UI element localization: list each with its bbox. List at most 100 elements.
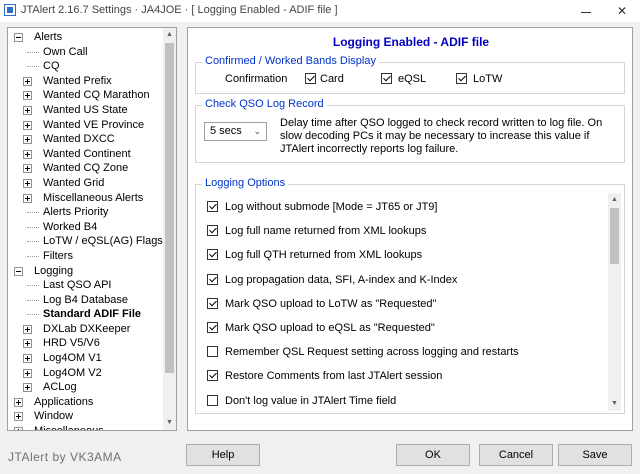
scroll-thumb[interactable] (165, 43, 174, 373)
expand-icon[interactable] (23, 193, 32, 203)
tree-item-alerts[interactable]: Alerts (8, 30, 164, 45)
option-label: Remember QSL Request setting across logg… (225, 346, 519, 359)
logging-option[interactable]: Log without submode [Mode = JT65 or JT9] (196, 195, 608, 219)
logging-options-list: Log without submode [Mode = JT65 or JT9]… (196, 195, 608, 413)
option-checkbox[interactable] (207, 394, 218, 406)
tree-item[interactable]: Standard ADIF File (8, 307, 164, 322)
eqsl-checkbox[interactable] (381, 73, 392, 84)
tree-item[interactable]: Worked B4 (8, 220, 164, 235)
options-scrollbar[interactable]: ▲ ▼ (608, 193, 621, 411)
expand-icon[interactable] (14, 427, 23, 430)
confirmation-label: Confirmation (225, 73, 288, 85)
tree-item[interactable]: Wanted VE Province (8, 118, 164, 133)
lotw-checkbox[interactable] (456, 73, 467, 84)
tree-item[interactable]: Wanted CQ Marathon (8, 88, 164, 103)
expand-icon[interactable] (14, 412, 23, 422)
scroll-thumb[interactable] (610, 208, 619, 264)
logging-option[interactable]: Log full name returned from XML lookups (196, 219, 608, 243)
expand-icon[interactable] (23, 120, 32, 130)
option-checkbox[interactable] (207, 225, 218, 237)
tree-item[interactable]: Wanted Continent (8, 147, 164, 162)
tree-connector (27, 241, 39, 243)
tree-item[interactable]: Filters (8, 249, 164, 264)
option-checkbox[interactable] (207, 321, 218, 333)
tree-item-label: Filters (43, 249, 73, 262)
logging-option[interactable]: Mark QSO upload to eQSL as "Requested" (196, 316, 608, 340)
chevron-down-icon: ⌄ (253, 126, 261, 136)
tree-item[interactable]: LoTW / eQSL(AG) Flags (8, 234, 164, 249)
option-checkbox[interactable] (207, 201, 218, 212)
close-button[interactable]: ✕ (604, 0, 640, 22)
tree-item[interactable]: Log4OM V2 (8, 366, 164, 381)
option-checkbox[interactable] (207, 370, 218, 382)
check-qso-group: Check QSO Log Record 5 secs ⌄ Delay time… (195, 98, 625, 163)
logging-option[interactable]: Remember QSL Request setting across logg… (196, 340, 608, 364)
tree-item[interactable]: Wanted CQ Zone (8, 161, 164, 176)
expand-icon[interactable] (14, 397, 23, 407)
expand-icon[interactable] (23, 324, 32, 334)
expand-icon[interactable] (23, 105, 32, 115)
expand-icon[interactable] (23, 339, 32, 349)
minimize-button[interactable] (568, 0, 604, 22)
card-checkbox[interactable] (305, 73, 316, 84)
option-checkbox[interactable] (207, 346, 218, 358)
lotw-label: LoTW (473, 73, 503, 85)
tree-item[interactable]: Miscellaneous Alerts (8, 191, 164, 206)
tree-item[interactable]: Wanted Grid (8, 176, 164, 191)
tree-item[interactable]: Wanted DXCC (8, 132, 164, 147)
delay-select[interactable]: 5 secs ⌄ (204, 122, 267, 141)
scroll-up-icon[interactable]: ▲ (163, 28, 176, 42)
settings-tree[interactable]: Alerts Own Call CQ Wanted Prefix Wanted CQ M… (7, 27, 177, 431)
tree-item[interactable]: ACLog (8, 380, 164, 395)
expand-icon[interactable] (23, 135, 32, 145)
scroll-down-icon[interactable]: ▼ (163, 416, 176, 430)
tree-item[interactable]: Wanted US State (8, 103, 164, 118)
tree-item[interactable]: Last QSO API (8, 278, 164, 293)
scroll-down-icon[interactable]: ▼ (608, 397, 621, 411)
save-button[interactable]: Save (558, 444, 632, 466)
tree-item[interactable]: Alerts Priority (8, 205, 164, 220)
option-checkbox[interactable] (207, 249, 218, 261)
tree-item[interactable]: HRD V5/V6 (8, 336, 164, 351)
option-checkbox[interactable] (207, 297, 218, 309)
delay-value: 5 secs (210, 125, 242, 137)
expand-icon[interactable] (23, 76, 32, 86)
tree-item[interactable]: Log B4 Database (8, 293, 164, 308)
expand-icon[interactable] (23, 91, 32, 101)
tree-item-label: Log4OM V1 (43, 352, 102, 365)
help-button[interactable]: Help (186, 444, 260, 466)
expand-icon[interactable] (23, 178, 32, 188)
option-checkbox[interactable] (207, 273, 218, 285)
collapse-icon[interactable] (14, 33, 23, 42)
tree-item-label: Worked B4 (43, 220, 98, 233)
tree-item[interactable]: Log4OM V1 (8, 351, 164, 366)
tree-item[interactable]: Own Call (8, 45, 164, 60)
ok-button[interactable]: OK (396, 444, 470, 466)
tree-item-window[interactable]: Window (8, 409, 164, 424)
collapse-icon[interactable] (14, 266, 23, 276)
logging-option[interactable]: Restore Comments from last JTAlert sessi… (196, 364, 608, 388)
panel-heading: Logging Enabled - ADIF file (332, 35, 490, 49)
tree-item[interactable]: Wanted Prefix (8, 74, 164, 89)
expand-icon[interactable] (23, 164, 32, 174)
expand-icon[interactable] (23, 149, 32, 159)
expand-icon[interactable] (23, 368, 32, 378)
check-qso-legend: Check QSO Log Record (202, 98, 327, 110)
expand-icon[interactable] (23, 383, 32, 393)
tree-item-label: Wanted CQ Zone (43, 162, 129, 175)
scroll-up-icon[interactable]: ▲ (608, 193, 621, 207)
cancel-button[interactable]: Cancel (479, 444, 553, 466)
logging-option[interactable]: Don't log value in JTAlert Time field (196, 389, 608, 413)
tree-item-applications[interactable]: Applications (8, 395, 164, 410)
tree-item[interactable]: DXLab DXKeeper (8, 322, 164, 337)
tree-item-label: Alerts Priority (43, 206, 109, 219)
tree-item[interactable]: CQ (8, 59, 164, 74)
tree-item-logging[interactable]: Logging (8, 264, 164, 279)
logging-option[interactable]: Log full QTH returned from XML lookups (196, 243, 608, 267)
tree-scrollbar[interactable]: ▲ ▼ (163, 28, 176, 430)
logging-option[interactable]: Mark QSO upload to LoTW as "Requested" (196, 292, 608, 316)
tree-item-miscellaneous[interactable]: Miscellaneous (8, 424, 164, 430)
logging-option[interactable]: Log propagation data, SFI, A-index and K… (196, 268, 608, 292)
expand-icon[interactable] (23, 354, 32, 364)
window-title: JTAlert 2.16.7 Settings · JA4JOE · [ Log… (21, 4, 338, 16)
